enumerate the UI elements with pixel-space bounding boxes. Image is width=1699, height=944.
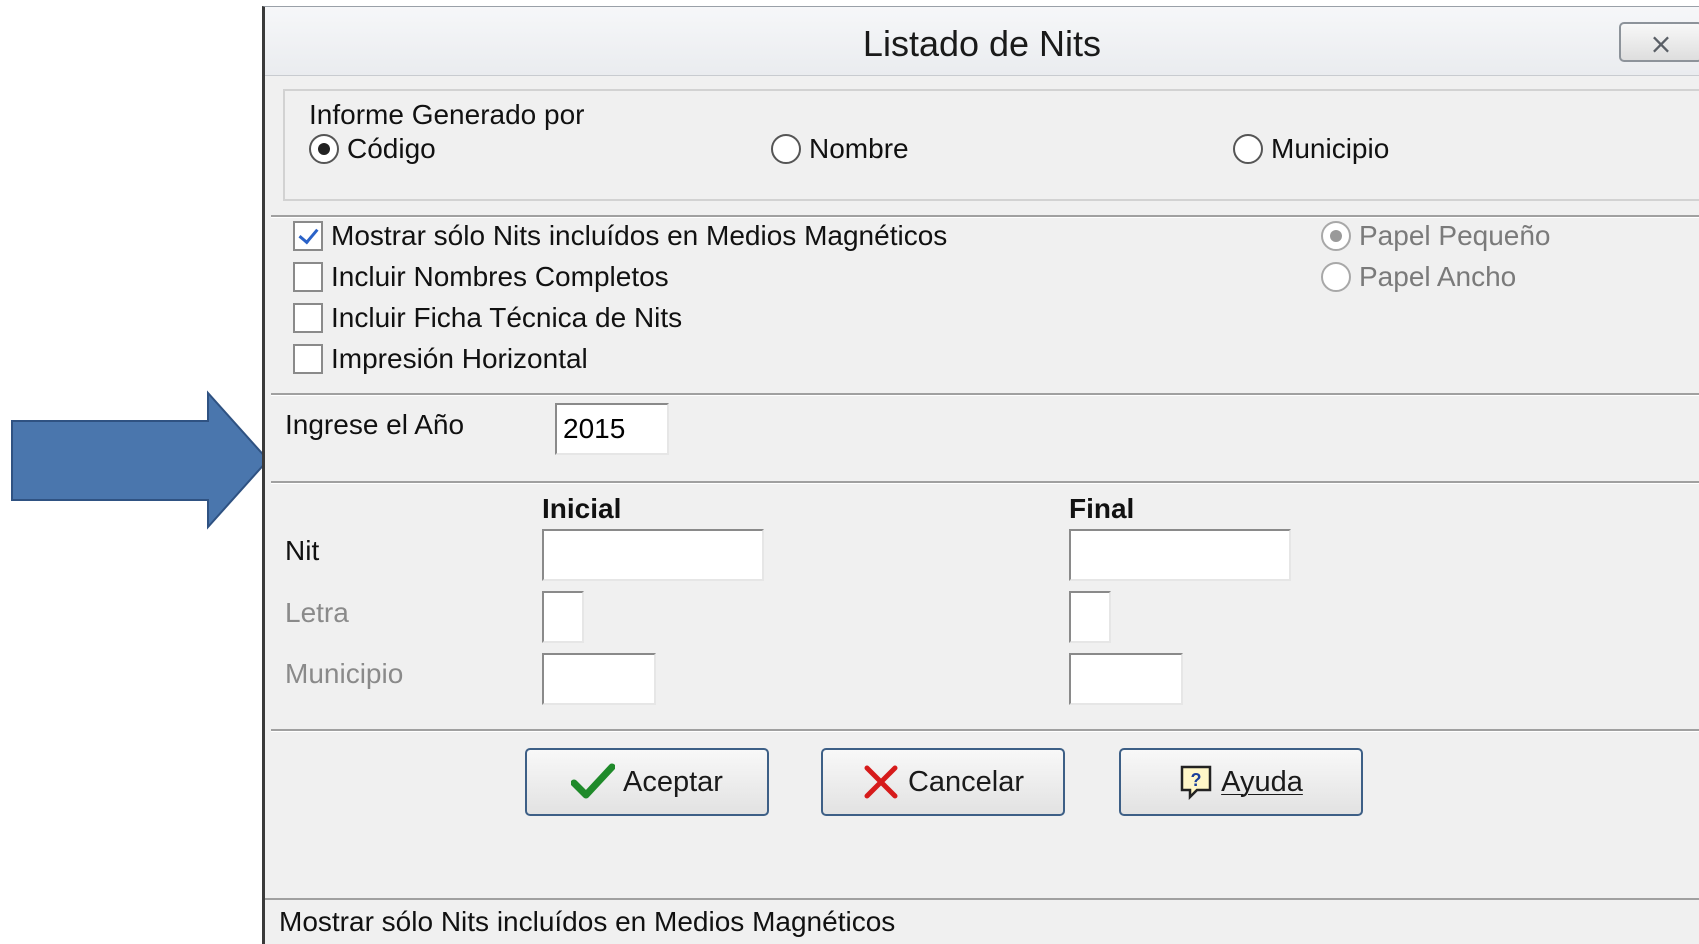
cancel-label: Cancelar: [907, 765, 1025, 798]
radio-papel-ancho-label: Papel Ancho: [1359, 261, 1517, 292]
radio-municipio-label: Municipio: [1271, 133, 1390, 164]
radio-nombre-indicator[interactable]: [771, 134, 801, 164]
check-ficha-tecnica-box[interactable]: [293, 303, 323, 333]
check-nombres-completos-label: Incluir Nombres Completos: [331, 261, 669, 292]
nit-final-input[interactable]: [1069, 529, 1291, 581]
letra-initial-input[interactable]: [542, 591, 584, 643]
radio-nombre[interactable]: Nombre: [771, 133, 909, 165]
help-icon: ?: [1179, 764, 1213, 800]
radio-nombre-label: Nombre: [809, 133, 909, 164]
check-medios-magneticos[interactable]: Mostrar sólo Nits incluídos en Medios Ma…: [293, 220, 947, 252]
municipio-label: Municipio: [285, 658, 404, 689]
radio-papel-pequeno: Papel Pequeño: [1321, 220, 1551, 252]
radio-papel-ancho-indicator: [1321, 262, 1351, 292]
municipio-final-input[interactable]: [1069, 653, 1183, 705]
radio-papel-pequeno-label: Papel Pequeño: [1359, 220, 1551, 251]
check-impresion-horizontal-box[interactable]: [293, 344, 323, 374]
status-text: Mostrar sólo Nits incluídos en Medios Ma…: [279, 906, 896, 937]
radio-municipio-indicator[interactable]: [1233, 134, 1263, 164]
radio-codigo-indicator[interactable]: [309, 134, 339, 164]
divider: [271, 393, 1699, 396]
cancel-button[interactable]: Cancelar: [821, 748, 1065, 816]
municipio-initial-input[interactable]: [542, 653, 656, 705]
letra-label: Letra: [285, 597, 349, 628]
title-bar: Listado de Nits ⨯: [265, 7, 1699, 76]
final-header: Final: [1069, 493, 1135, 524]
report-type-group: Informe Generado por: [283, 89, 1699, 201]
check-impresion-horizontal-label: Impresión Horizontal: [331, 343, 588, 374]
help-button[interactable]: ? Ayuda: [1119, 748, 1363, 816]
accept-label: Aceptar: [623, 765, 723, 798]
check-impresion-horizontal[interactable]: Impresión Horizontal: [293, 343, 588, 375]
help-label: Ayuda: [1221, 765, 1303, 798]
close-icon: ⨯: [1649, 28, 1673, 59]
divider: [271, 729, 1699, 732]
radio-codigo[interactable]: Código: [309, 133, 436, 165]
checkmark-icon: [571, 763, 616, 801]
radio-codigo-label: Código: [347, 133, 436, 164]
check-ficha-tecnica[interactable]: Incluir Ficha Técnica de Nits: [293, 302, 682, 334]
check-ficha-tecnica-label: Incluir Ficha Técnica de Nits: [331, 302, 683, 333]
listado-nits-dialog: Listado de Nits ⨯ Informe Generado por C…: [262, 6, 1699, 944]
initial-header: Inicial: [542, 493, 622, 524]
nit-label: Nit: [285, 535, 320, 566]
year-label: Ingrese el Año: [285, 409, 465, 440]
check-nombres-completos-box[interactable]: [293, 262, 323, 292]
status-bar: Mostrar sólo Nits incluídos en Medios Ma…: [265, 898, 1699, 942]
letra-final-input[interactable]: [1069, 591, 1111, 643]
year-input[interactable]: [555, 403, 669, 455]
accept-button[interactable]: Aceptar: [525, 748, 769, 816]
close-button[interactable]: ⨯: [1619, 22, 1699, 62]
radio-papel-pequeno-indicator: [1321, 221, 1351, 251]
nit-initial-input[interactable]: [542, 529, 764, 581]
window-title: Listado de Nits: [862, 23, 1102, 64]
report-type-label: Informe Generado por: [309, 99, 585, 130]
check-medios-magneticos-label: Mostrar sólo Nits incluídos en Medios Ma…: [331, 220, 948, 251]
divider: [271, 481, 1699, 484]
radio-papel-ancho: Papel Ancho: [1321, 261, 1516, 293]
x-icon: [862, 763, 900, 801]
check-medios-magneticos-box[interactable]: [293, 221, 323, 251]
svg-text:?: ?: [1191, 770, 1202, 790]
radio-municipio[interactable]: Municipio: [1233, 133, 1389, 165]
divider: [271, 215, 1699, 218]
check-nombres-completos[interactable]: Incluir Nombres Completos: [293, 261, 669, 293]
